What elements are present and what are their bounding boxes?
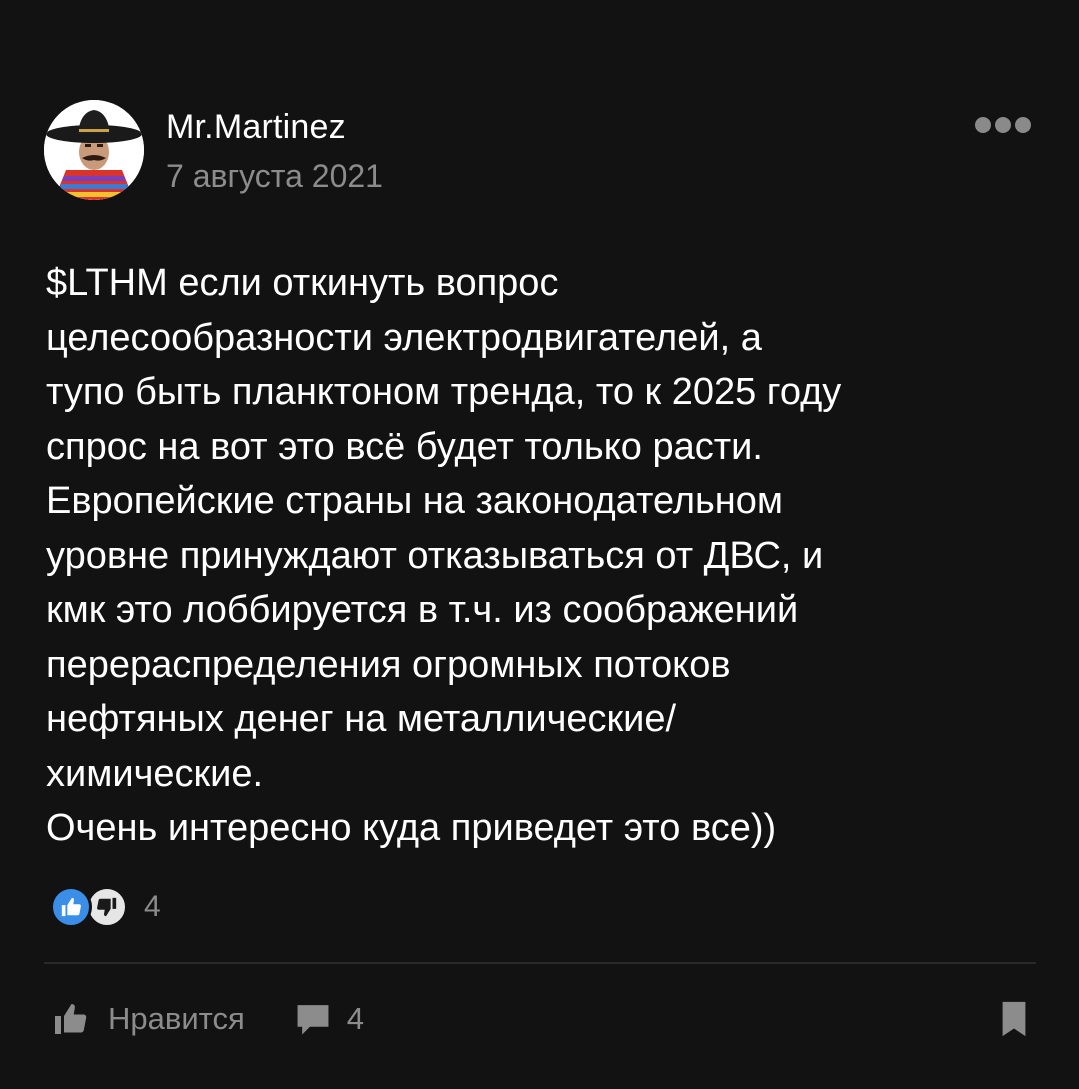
comments-count: 4 [346,1001,365,1036]
avatar-image [44,100,144,200]
more-dot-icon [975,117,991,133]
action-bar: Нравится 4 [50,996,364,1042]
more-dot-icon [995,117,1011,133]
post-date: 7 августа 2021 [166,158,383,194]
thumbs-up-icon [50,886,92,928]
avatar[interactable] [44,100,144,200]
bookmark-button[interactable] [998,1000,1030,1038]
post-text: $LTHM если откинуть вопрос целесообразно… [46,262,842,849]
bookmark-icon [1002,1001,1026,1037]
comments-button[interactable]: 4 [293,1001,364,1037]
more-dot-icon [1015,117,1031,133]
reaction-count: 4 [144,890,161,923]
reactions-summary[interactable]: 4 [50,884,161,930]
like-button[interactable]: Нравится [50,1001,245,1037]
like-icon [55,1004,87,1034]
more-options-button[interactable] [968,112,1038,138]
post-card: Mr.Martinez 7 августа 2021 $LTHM если от… [0,0,1079,1089]
comment-icon [297,1005,329,1035]
thumbs-down-icon [86,886,128,928]
divider [44,962,1036,964]
author-name[interactable]: Mr.Martinez [166,108,346,147]
like-label: Нравится [108,1001,245,1036]
